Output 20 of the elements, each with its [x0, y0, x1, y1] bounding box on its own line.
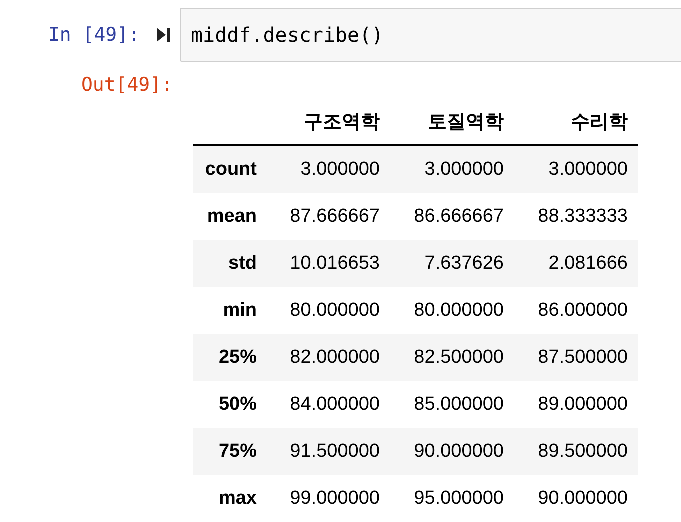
code-input[interactable]: middf.describe() [180, 8, 681, 62]
table-cell: 89.500000 [514, 428, 638, 475]
table-cell: 7.637626 [390, 240, 514, 287]
run-icon[interactable] [156, 26, 172, 44]
table-cell: 87.500000 [514, 334, 638, 381]
table-cell: 3.000000 [267, 146, 390, 193]
table-cell: 3.000000 [390, 146, 514, 193]
input-prompt: In [49]: [47, 24, 140, 46]
row-header: 75% [193, 428, 267, 475]
row-header: 25% [193, 334, 267, 381]
table-cell: 82.500000 [390, 334, 514, 381]
row-header: count [193, 146, 267, 193]
table-cell: 82.000000 [267, 334, 390, 381]
table-cell: 91.500000 [267, 428, 390, 475]
table-cell: 10.016653 [267, 240, 390, 287]
output-prompt: Out[49]: [80, 74, 173, 96]
table-cell: 90.000000 [390, 428, 514, 475]
table-cell: 2.081666 [514, 240, 638, 287]
table-cell: 3.000000 [514, 146, 638, 193]
row-header: std [193, 240, 267, 287]
